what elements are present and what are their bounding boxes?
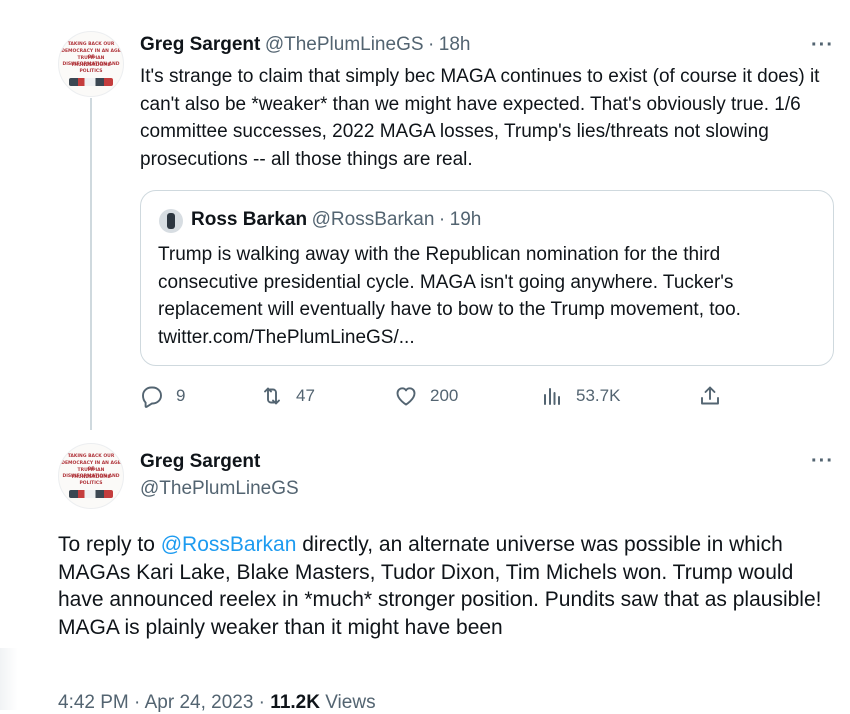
avatar2-image <box>69 490 113 498</box>
more-options-button[interactable]: ··· <box>811 34 834 57</box>
retweet-icon <box>264 387 280 405</box>
reply-icon <box>142 386 162 408</box>
thread-connector <box>90 98 92 430</box>
quoted-author-name: Ross Barkan <box>191 209 308 230</box>
tweet-header: Greg Sargent @ThePlumLineGS · 18h <box>140 34 470 56</box>
quoted-separator: · <box>438 209 446 230</box>
views-count: 53.7K <box>576 386 621 405</box>
mention-link[interactable]: @RossBarkan <box>161 533 297 556</box>
quoted-author-handle: @RossBarkan <box>311 209 435 230</box>
author-name-2[interactable]: Greg Sargent <box>140 451 260 473</box>
quoted-tweet[interactable]: Ross Barkan @RossBarkan · 19h Trump is w… <box>140 190 834 366</box>
author-avatar-2[interactable]: TAKING BACK OUR DEMOCRACY IN AN AGE OF T… <box>58 443 124 509</box>
reply-count: 9 <box>176 386 186 405</box>
left-edge-fade <box>0 648 18 710</box>
share-icon <box>701 386 719 405</box>
avatar-text-4: THUNDERDOME POLITICS <box>71 63 111 74</box>
share-button[interactable] <box>698 384 734 408</box>
author-name[interactable]: Greg Sargent <box>140 34 260 55</box>
reply-text-prefix: To reply to <box>58 533 161 556</box>
retweet-count: 47 <box>296 386 315 405</box>
analytics-icon <box>544 388 560 405</box>
avatar2-text-1: TAKING BACK OUR <box>67 454 115 459</box>
like-button[interactable]: 200 <box>394 384 458 408</box>
tweet-actions: 9 47 200 53.7K <box>140 384 830 412</box>
like-count: 200 <box>430 386 459 405</box>
header-separator: · <box>427 34 435 55</box>
retweet-button[interactable]: 47 <box>260 384 315 408</box>
tweet-text: It's strange to claim that simply bec MA… <box>140 66 820 170</box>
author-avatar[interactable]: TAKING BACK OUR DEMOCRACY IN AN AGE OF T… <box>58 31 124 97</box>
avatar-image <box>69 78 113 86</box>
tweet-text-2: To reply to @RossBarkan directly, an alt… <box>58 531 838 641</box>
author-handle-2[interactable]: @ThePlumLineGS <box>140 478 299 500</box>
views-button[interactable]: 53.7K <box>540 384 620 408</box>
author-handle[interactable]: @ThePlumLineGS <box>265 34 424 55</box>
heart-icon <box>396 387 416 406</box>
tweet-time[interactable]: 18h <box>439 34 471 55</box>
quoted-time: 19h <box>449 209 482 230</box>
quoted-tweet-header: Ross Barkan @RossBarkan · 19h <box>191 209 481 231</box>
avatar2-text-4: THUNDERDOME POLITICS <box>71 475 111 486</box>
more-options-button-2[interactable]: ··· <box>811 450 834 473</box>
quoted-tweet-text: Trump is walking away with the Republica… <box>158 244 741 348</box>
reply-button[interactable]: 9 <box>140 384 185 408</box>
tweet-meta: 4:42 PM · Apr 24, 2023 · 11.2K Views <box>58 692 376 714</box>
quoted-author-avatar <box>159 209 183 233</box>
avatar-text-1: TAKING BACK OUR <box>67 42 115 47</box>
left-edge <box>0 0 34 710</box>
